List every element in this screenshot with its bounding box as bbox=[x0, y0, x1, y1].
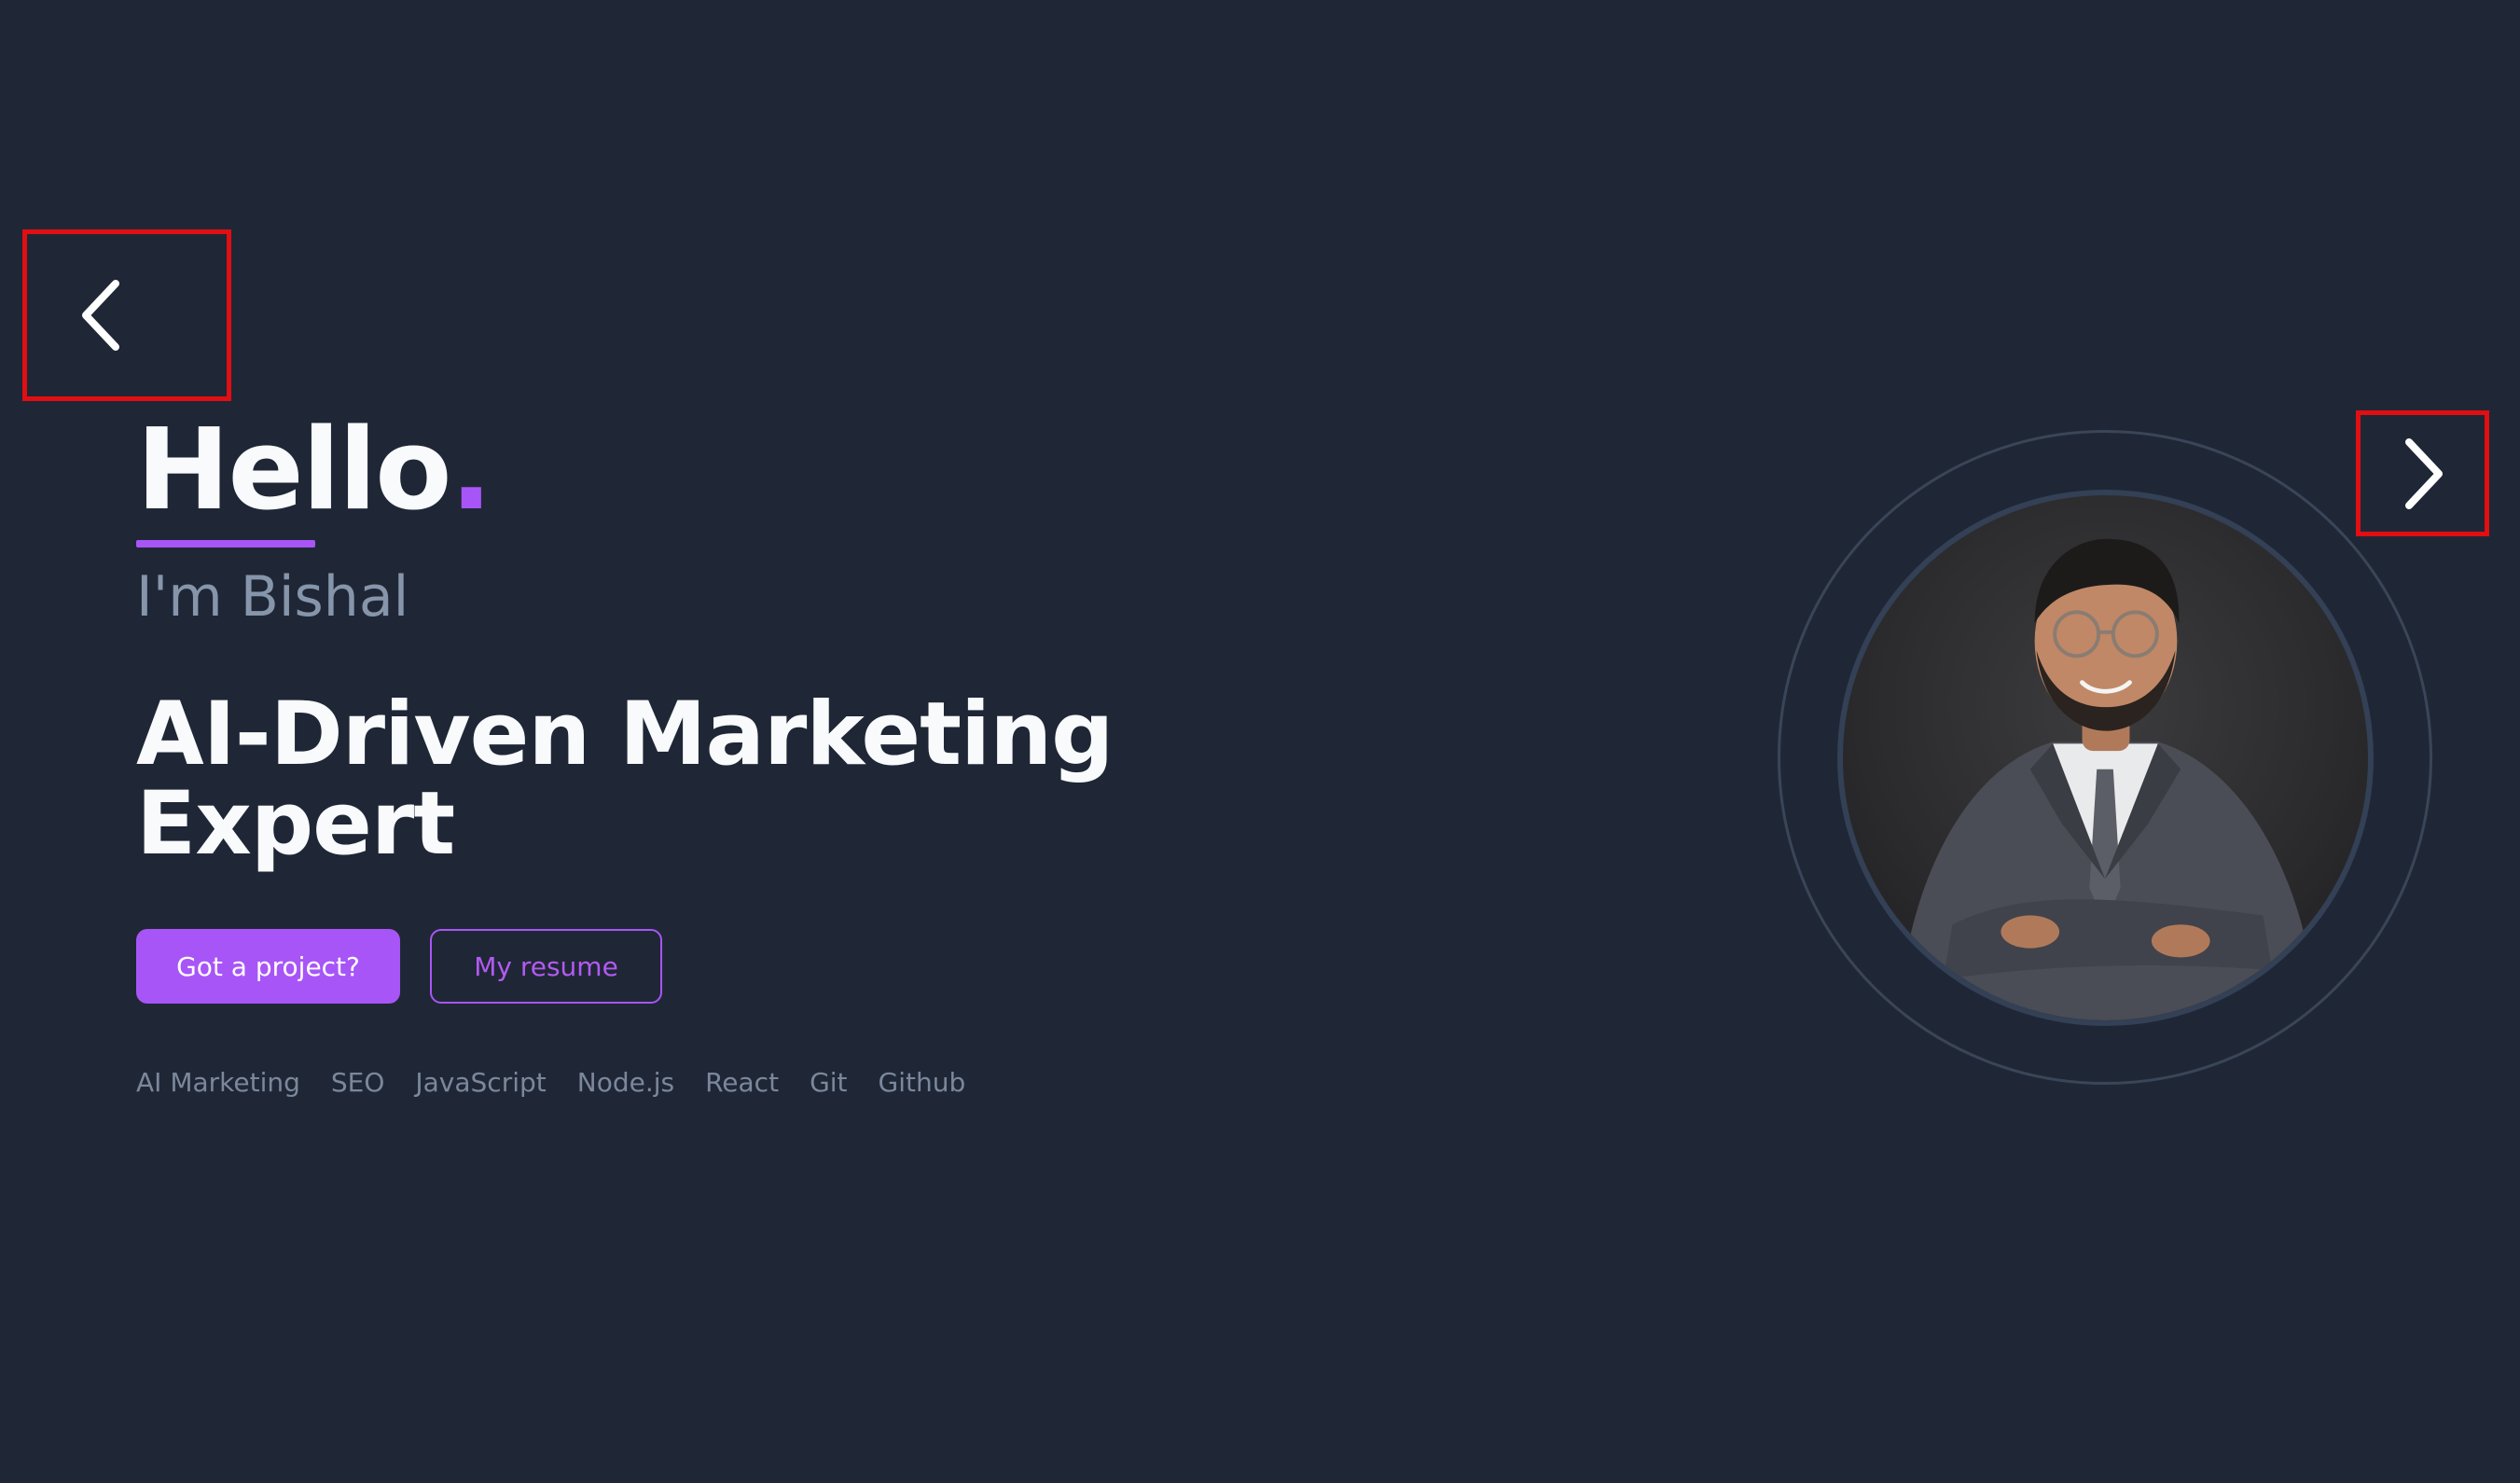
skill-tag: JavaScript bbox=[415, 1067, 547, 1098]
intro-text: I'm Bishal bbox=[136, 564, 409, 630]
headline-line-1: AI-Driven Marketing bbox=[136, 684, 1114, 785]
skill-tag: SEO bbox=[330, 1067, 385, 1098]
greeting-heading: Hello. bbox=[136, 406, 493, 536]
skill-tag: Node.js bbox=[576, 1067, 675, 1098]
previous-slide-button[interactable] bbox=[22, 229, 231, 401]
greeting-dot: . bbox=[450, 406, 493, 535]
got-a-project-button[interactable]: Got a project? bbox=[136, 929, 400, 1004]
next-slide-button[interactable] bbox=[2356, 410, 2489, 536]
profile-photo bbox=[1837, 490, 2374, 1026]
hero-page: Hello. I'm Bishal AI-Driven Marketing Ex… bbox=[0, 0, 2520, 1483]
my-resume-button[interactable]: My resume bbox=[430, 929, 662, 1004]
skill-tag: React bbox=[705, 1067, 780, 1098]
headline-line-2: Expert bbox=[136, 773, 455, 875]
skill-tag: AI Marketing bbox=[136, 1067, 300, 1098]
profile-photo-illustration bbox=[1897, 538, 2319, 1020]
greeting-underline bbox=[136, 540, 315, 547]
skills-list: AI Marketing SEO JavaScript Node.js Reac… bbox=[136, 1064, 996, 1102]
chevron-right-icon bbox=[2404, 437, 2443, 509]
skill-tag: Github bbox=[878, 1067, 966, 1098]
headline: AI-Driven Marketing Expert bbox=[136, 690, 1255, 869]
chevron-left-icon bbox=[82, 280, 119, 351]
greeting-text: Hello bbox=[136, 406, 452, 535]
skill-tag: Git bbox=[810, 1067, 848, 1098]
